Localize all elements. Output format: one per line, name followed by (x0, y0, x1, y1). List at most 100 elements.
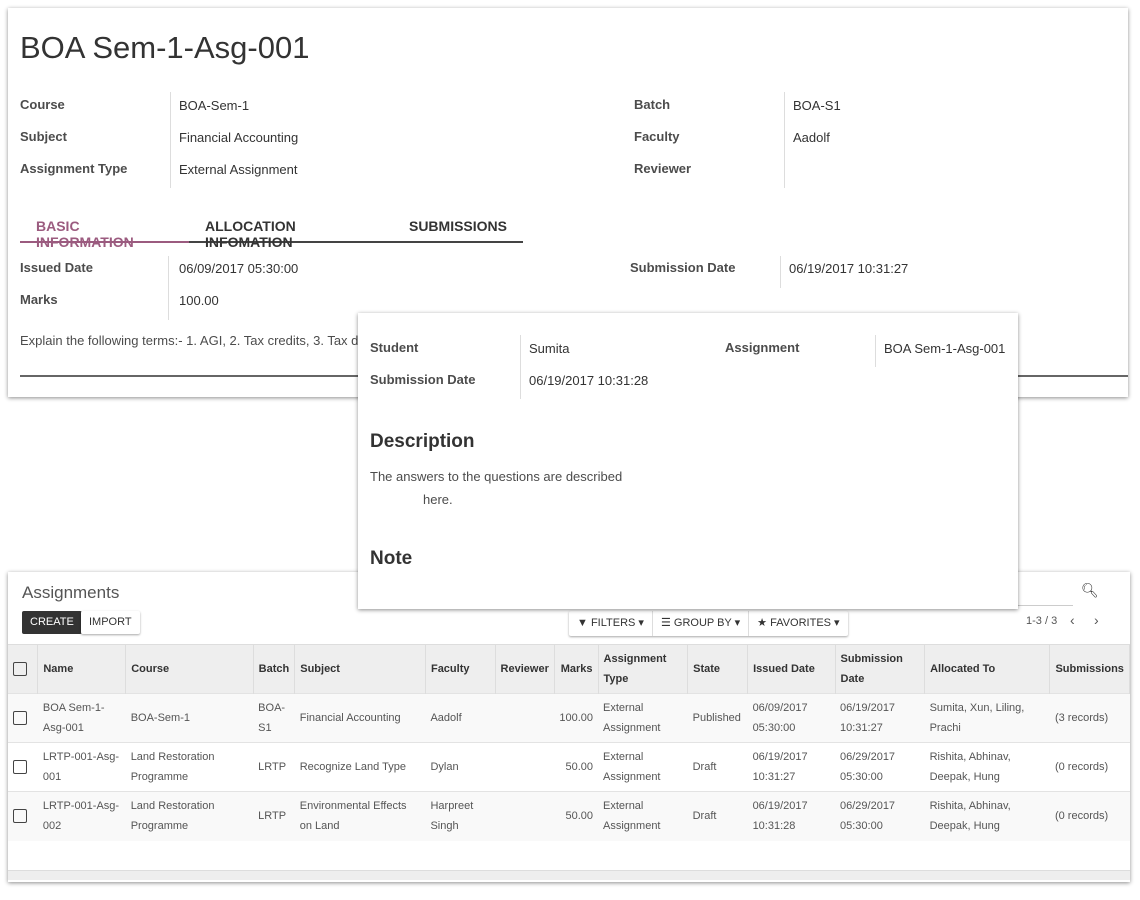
column-header[interactable]: Marks (554, 644, 599, 694)
submission-date-value[interactable]: 06/19/2017 10:31:27 (789, 261, 908, 276)
subject-value[interactable]: Financial Accounting (179, 130, 298, 145)
table-cell: Sumita, Xun, Liling, Prachi (924, 693, 1050, 743)
table-cell: Land Restoration Programme (125, 791, 254, 841)
column-header[interactable]: State (687, 644, 749, 694)
table-cell: BOA Sem-1-Asg-001 (37, 693, 126, 743)
table-cell: 100.00 (554, 693, 599, 743)
field-label: Marks (20, 292, 58, 307)
description-heading: Description (370, 431, 475, 452)
table-cell: (0 records) (1049, 791, 1130, 841)
note-heading: Note (370, 548, 413, 569)
table-cell: LRTP (253, 742, 295, 792)
table-cell: 06/09/2017 05:30:00 (747, 693, 835, 743)
table-cell: BOA-S1 (253, 693, 295, 743)
assignment-description[interactable]: Explain the following terms:- 1. AGI, 2.… (20, 333, 358, 348)
filter-icon: ▼ (577, 617, 588, 629)
filters-label: FILTERS (590, 617, 636, 629)
student-value[interactable]: Sumita (529, 341, 569, 356)
table-cell: External Assignment (598, 791, 688, 841)
column-header[interactable]: Name (37, 644, 127, 694)
column-header[interactable]: Submissions (1049, 644, 1130, 694)
table-cell: Rishita, Abhinav, Deepak, Hung (924, 791, 1050, 841)
table-cell (495, 742, 555, 792)
assignments-list-view: Assignments CREATE IMPORT 🔍︎ ▼ FILTERS ▾… (8, 572, 1130, 882)
filters-button[interactable]: ▼ FILTERS ▾ (569, 611, 653, 636)
column-header[interactable]: Submission Date (835, 644, 926, 694)
row-checkbox[interactable] (8, 791, 38, 841)
tab-submissions[interactable]: SUBMISSIONS (393, 210, 523, 241)
tab-basic-information[interactable]: BASIC INFORMATION (20, 210, 190, 250)
table-cell: LRTP-001-Asg-002 (37, 791, 126, 841)
table-cell: Environmental Effects on Land (294, 791, 426, 841)
column-header[interactable]: Issued Date (747, 644, 836, 694)
import-button[interactable]: IMPORT (81, 611, 140, 634)
assignment-type-value[interactable]: External Assignment (179, 162, 298, 177)
tab-allocation-information[interactable]: ALLOCATION INFOMATION (189, 210, 393, 250)
column-header[interactable]: Subject (294, 644, 426, 694)
table-cell: Land Restoration Programme (125, 742, 254, 792)
table-cell: Harpreet Singh (425, 791, 496, 841)
column-header[interactable]: Batch (253, 644, 296, 694)
field-label: Course (20, 97, 65, 112)
list-icon: ☰ (660, 617, 671, 629)
row-checkbox[interactable] (8, 742, 38, 792)
faculty-value[interactable]: Aadolf (793, 130, 830, 145)
table-cell (495, 693, 555, 743)
row-checkbox[interactable] (8, 693, 38, 743)
table-cell: Recognize Land Type (294, 742, 426, 792)
field-label: Submission Date (370, 372, 476, 387)
marks-value[interactable]: 100.00 (179, 293, 219, 308)
select-all-checkbox[interactable] (8, 644, 39, 694)
field-label: Student (370, 340, 419, 355)
column-header[interactable]: Assignment Type (598, 644, 689, 694)
table-cell: External Assignment (598, 742, 688, 792)
table-cell: 06/19/2017 10:31:27 (835, 693, 925, 743)
previous-page-button[interactable]: ‹ (1070, 612, 1075, 628)
pager-value: 1-3 / 3 (1026, 615, 1058, 627)
table-cell (495, 791, 555, 841)
column-header[interactable]: Faculty (425, 644, 496, 694)
issued-date-value[interactable]: 06/09/2017 05:30:00 (179, 261, 298, 276)
batch-value[interactable]: BOA-S1 (793, 98, 841, 113)
submission-form: Student Submission Date Sumita 06/19/201… (358, 313, 1018, 609)
table-cell: Financial Accounting (294, 693, 426, 743)
table-cell: 06/29/2017 05:30:00 (835, 791, 925, 841)
field-label: Faculty (634, 129, 680, 144)
description-text[interactable]: The answers to the questions are describ… (370, 469, 622, 484)
create-button[interactable]: CREATE (22, 611, 82, 634)
list-title: Assignments (22, 583, 120, 602)
column-header[interactable]: Allocated To (924, 644, 1051, 694)
column-header[interactable]: Reviewer (495, 644, 555, 694)
table-cell: (3 records) (1049, 693, 1130, 743)
table-cell: Draft (687, 791, 748, 841)
assignments-table: Name Course Batch Subject Faculty Reviewer Mar… (8, 644, 1130, 841)
submission-date-value[interactable]: 06/19/2017 10:31:28 (529, 373, 648, 388)
field-label: Assignment (725, 340, 800, 355)
table-cell: 06/19/2017 10:31:28 (747, 791, 835, 841)
course-value[interactable]: BOA-Sem-1 (179, 98, 249, 113)
favorites-label: FAVORITES (770, 617, 831, 629)
description-text[interactable]: here. (423, 492, 453, 507)
page-title: BOA Sem-1-Asg-001 (20, 30, 310, 65)
next-page-button[interactable]: › (1094, 612, 1099, 628)
assignment-value[interactable]: BOA Sem-1-Asg-001 (884, 341, 1005, 356)
column-header[interactable]: Course (125, 644, 254, 694)
horizontal-scrollbar[interactable] (8, 870, 1130, 880)
favorites-button[interactable]: ★ FAVORITES ▾ (749, 611, 847, 636)
group-by-button[interactable]: ☰ GROUP BY ▾ (653, 611, 750, 636)
search-icon[interactable]: 🔍︎ (1081, 582, 1099, 599)
table-cell: (0 records) (1049, 742, 1130, 792)
table-cell: Draft (687, 742, 748, 792)
table-cell: Rishita, Abhinav, Deepak, Hung (924, 742, 1050, 792)
table-cell: 50.00 (554, 791, 599, 841)
field-label: Reviewer (634, 161, 692, 176)
table-cell: LRTP-001-Asg-001 (37, 742, 126, 792)
field-label: Submission Date (630, 260, 736, 275)
field-label: Batch (634, 97, 671, 112)
table-row[interactable]: BOA Sem-1-Asg-001 BOA-Sem-1 BOA-S1 Financia… (8, 693, 1130, 743)
table-cell: Published (687, 693, 748, 743)
table-row[interactable]: LRTP-001-Asg-002 Land Restoration Program… (8, 791, 1130, 841)
table-cell: Aadolf (425, 693, 496, 743)
field-label: Subject (20, 129, 67, 144)
table-row[interactable]: LRTP-001-Asg-001 Land Restoration Program… (8, 742, 1130, 792)
